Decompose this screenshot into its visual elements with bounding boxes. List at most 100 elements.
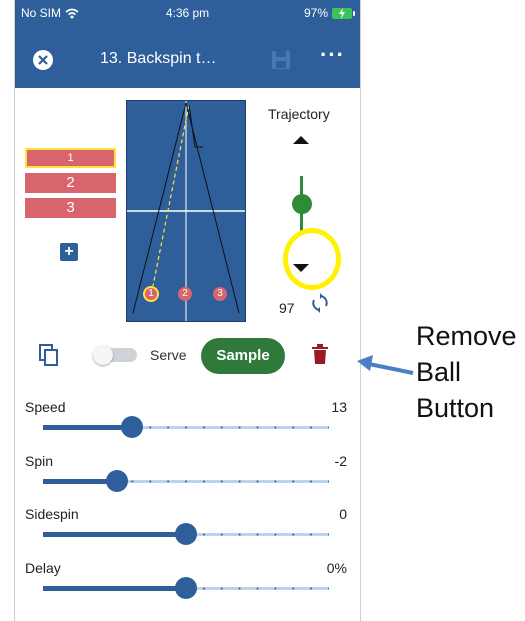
- slider-tick: [310, 480, 313, 483]
- serve-toggle[interactable]: [93, 345, 137, 365]
- table-marker-2[interactable]: 2: [178, 287, 192, 301]
- table-marker-1[interactable]: 1: [143, 286, 159, 302]
- ball-item-1[interactable]: 1: [25, 148, 116, 168]
- slider-tick: [131, 587, 134, 590]
- annotation-arrow: [357, 355, 414, 375]
- trajectory-value: 97: [279, 300, 295, 316]
- slider-tick: [77, 426, 80, 429]
- trajectory-down-icon[interactable]: [293, 264, 309, 272]
- refresh-icon[interactable]: [311, 293, 329, 313]
- param-value: 0%: [326, 560, 347, 576]
- slider-tick: [59, 587, 62, 590]
- add-ball-button[interactable]: +: [60, 243, 78, 261]
- ball-item-3[interactable]: 3: [25, 198, 116, 218]
- param-value: 13: [331, 399, 347, 415]
- slider-tick: [149, 587, 152, 590]
- slider-tick: [274, 587, 277, 590]
- param-label: Spin: [25, 453, 54, 469]
- slider-tick: [43, 587, 44, 590]
- slider-tick: [220, 533, 223, 536]
- slider-tick: [77, 587, 80, 590]
- save-icon[interactable]: [271, 50, 291, 70]
- slider-tick: [43, 533, 44, 536]
- slider-tick: [220, 480, 223, 483]
- close-button[interactable]: [33, 50, 53, 70]
- param-label: Sidespin: [25, 506, 79, 522]
- slider-tick: [238, 480, 241, 483]
- annotation-line-1: Remove: [416, 321, 517, 351]
- slider-tick: [328, 480, 329, 483]
- slider-tick: [149, 480, 152, 483]
- slider-tick: [167, 587, 170, 590]
- drill-title: 13. Backspin t…: [100, 50, 217, 67]
- charging-icon: [339, 7, 345, 19]
- ball-item-2[interactable]: 2: [25, 173, 116, 193]
- slider-tick: [202, 533, 205, 536]
- slider-tick: [274, 480, 277, 483]
- slider-tick: [292, 587, 295, 590]
- slider-tick: [220, 426, 223, 429]
- serve-label: Serve: [150, 347, 187, 363]
- slider-tick: [328, 587, 329, 590]
- slider-tick: [113, 587, 116, 590]
- slider-tick: [131, 533, 134, 536]
- slider-tick: [202, 587, 205, 590]
- trajectory-up-icon[interactable]: [293, 136, 309, 144]
- slider-tick: [149, 533, 152, 536]
- slider-tick: [292, 480, 295, 483]
- slider-tick: [149, 426, 152, 429]
- slider-ticks: [43, 480, 329, 483]
- slider-tick: [238, 533, 241, 536]
- more-options-icon[interactable]: ···: [320, 42, 345, 68]
- slider-tick: [167, 480, 170, 483]
- drill-editor: 1 2 3 + 1 2 3 Trajectory 97 Serve Sample…: [15, 88, 360, 621]
- battery-percent: 97%: [303, 6, 328, 20]
- trash-icon[interactable]: [312, 344, 328, 364]
- slider-tick: [310, 587, 313, 590]
- slider-tick: [274, 533, 277, 536]
- annotation-line-2: Ball: [416, 357, 462, 387]
- slider-tick: [167, 426, 170, 429]
- slider-tick: [292, 533, 295, 536]
- status-bar: No SIM 4:36 pm 97%: [15, 0, 360, 28]
- slider-tick: [238, 426, 241, 429]
- slider-tick: [95, 426, 98, 429]
- slider-tick: [59, 533, 62, 536]
- slider-tick: [202, 426, 205, 429]
- slider-tick: [95, 533, 98, 536]
- slider-tick: [131, 480, 134, 483]
- slider-tick: [95, 587, 98, 590]
- slider-tick: [113, 533, 116, 536]
- slider-tick: [274, 426, 277, 429]
- slider-tick: [328, 533, 329, 536]
- slider-tick: [185, 480, 187, 483]
- slider-thumb[interactable]: [175, 577, 197, 599]
- param-value: 0: [339, 506, 347, 522]
- slider-tick: [59, 426, 62, 429]
- slider-thumb[interactable]: [175, 523, 197, 545]
- slider-tick: [185, 426, 187, 429]
- slider-thumb[interactable]: [106, 470, 129, 492]
- annotation-line-3: Button: [416, 393, 495, 423]
- trajectory-slider-thumb[interactable]: [292, 194, 312, 214]
- sample-button[interactable]: Sample: [201, 338, 285, 374]
- close-icon: [38, 55, 48, 65]
- annotation-text: Remove Ball Button: [416, 318, 517, 426]
- slider-tick: [77, 533, 80, 536]
- param-value: -2: [334, 453, 347, 469]
- slider-tick: [113, 426, 116, 429]
- slider-tick: [59, 480, 62, 483]
- slider-tick: [328, 426, 329, 429]
- slider-tick: [202, 480, 205, 483]
- slider-tick: [256, 533, 259, 536]
- slider-tick: [256, 426, 259, 429]
- serve-toggle-knob: [93, 345, 113, 365]
- slider-thumb[interactable]: [120, 416, 143, 438]
- trajectory-label: Trajectory: [268, 106, 330, 122]
- copy-icon[interactable]: [39, 344, 59, 366]
- slider-tick: [310, 533, 313, 536]
- battery-indicator: 97%: [303, 6, 355, 20]
- param-label: Delay: [25, 560, 61, 576]
- table-marker-3[interactable]: 3: [213, 287, 227, 301]
- table-diagram[interactable]: 1 2 3: [126, 100, 246, 322]
